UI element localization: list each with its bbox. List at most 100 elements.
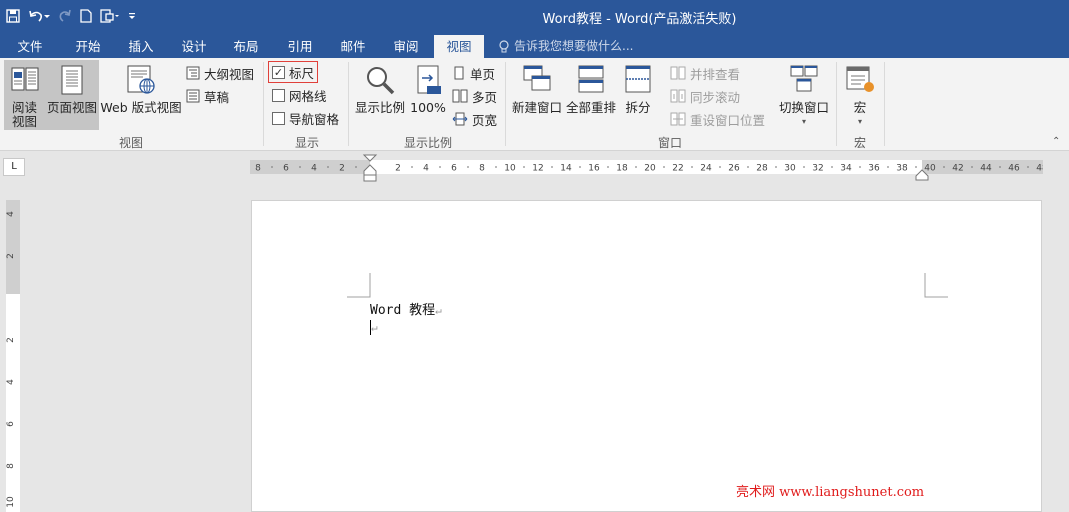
document-line-2[interactable]: ↵ — [370, 320, 378, 335]
right-indent-marker-icon[interactable] — [915, 166, 929, 181]
tab-view[interactable]: 视图 — [434, 35, 484, 58]
ruler-tick-label: 4 — [423, 164, 429, 174]
tab-review[interactable]: 审阅 — [384, 35, 428, 58]
read-mode-icon — [11, 67, 38, 91]
ruler-tick-label: 4 — [6, 379, 16, 385]
print-layout-icon — [61, 65, 83, 95]
ruler-tick-label: 44 — [980, 164, 992, 174]
ruler-tick-label: 48 — [1036, 164, 1043, 174]
ruler-tick-mark — [607, 166, 609, 168]
ruler-tick-label: 36 — [868, 164, 880, 174]
ruler-tick-mark — [747, 166, 749, 168]
paragraph-mark: ↵ — [435, 304, 442, 317]
ribbon-tabs: 文件 开始 插入 设计 布局 引用 邮件 审阅 视图 告诉我您想要做什么... — [0, 32, 1069, 58]
print-layout-button[interactable]: 页面视图 — [45, 60, 99, 130]
ruler-tick-mark — [523, 166, 525, 168]
watermark: 亮术网 www.liangshunet.com — [736, 485, 925, 500]
sync-scroll-button[interactable]: 同步滚动 — [670, 86, 740, 106]
document-page[interactable]: Word 教程↵ ↵ — [251, 200, 1042, 512]
tab-layout[interactable]: 布局 — [224, 35, 268, 58]
group-label-macros: 宏 — [853, 136, 866, 150]
split-button[interactable]: 拆分 — [620, 60, 656, 130]
macros-icon — [846, 66, 874, 92]
switch-windows-icon — [790, 65, 818, 92]
tab-home[interactable]: 开始 — [66, 35, 110, 58]
web-layout-label: Web 版式视图 — [100, 100, 182, 115]
read-mode-label: 阅读 视图 — [11, 100, 37, 129]
outline-button[interactable]: 大纲视图 — [186, 63, 254, 83]
indent-markers-icon[interactable] — [362, 154, 378, 185]
ruler-tick-mark — [663, 166, 665, 168]
margin-corner-marks — [347, 273, 948, 298]
zoom-100-label: 100% — [410, 100, 446, 115]
ruler-tick-mark — [887, 166, 889, 168]
vertical-ruler[interactable]: 4 2 2 4 6 8 10 — [6, 200, 20, 512]
group-label-zoom: 显示比例 — [403, 136, 452, 150]
zoom-button[interactable]: 显示比例 — [353, 60, 407, 130]
group-separator — [836, 62, 837, 146]
tab-references[interactable]: 引用 — [278, 35, 322, 58]
ruler-tick-mark — [943, 166, 945, 168]
nav-pane-checkbox[interactable]: 导航窗格 — [272, 108, 339, 128]
ruler-tick-label: 10 — [504, 164, 516, 174]
arrange-all-button[interactable]: 全部重排 — [565, 60, 617, 130]
outline-icon — [186, 66, 200, 80]
zoom-100-icon — [417, 65, 441, 94]
web-layout-button[interactable]: Web 版式视图 — [100, 60, 182, 130]
page-width-icon — [452, 112, 468, 126]
ruler-tick-mark — [551, 166, 553, 168]
tab-insert[interactable]: 插入 — [119, 35, 163, 58]
macros-button[interactable]: 宏 ▾ — [842, 60, 878, 130]
tell-me-box[interactable]: 告诉我您想要做什么... — [498, 35, 633, 58]
document-area: L 8 6 4 2 2 4 6 8 10 12 14 16 18 20 22 24 26 28 30 32 34 36 38… — [0, 152, 1069, 512]
draft-button[interactable]: 草稿 — [186, 86, 229, 106]
chevron-down-icon: ▾ — [857, 117, 862, 126]
arrange-all-icon — [578, 65, 604, 93]
ruler-tick-label: 10 — [6, 496, 16, 508]
ruler-tick-label: 4 — [6, 211, 16, 217]
ruler-tick-label: 24 — [700, 164, 712, 174]
reset-position-icon — [670, 112, 686, 126]
zoom-100-button[interactable]: 100% — [409, 60, 447, 130]
new-window-button[interactable]: 新建窗口 — [510, 60, 564, 130]
tab-design[interactable]: 设计 — [172, 35, 216, 58]
collapse-ribbon-icon[interactable]: ⌃ — [1052, 136, 1060, 147]
tab-file[interactable]: 文件 — [8, 35, 52, 58]
nav-pane-check-box — [272, 111, 285, 125]
ruler-tick-mark — [831, 166, 833, 168]
multi-page-button[interactable]: 多页 — [452, 86, 497, 106]
lightbulb-icon — [499, 39, 509, 52]
side-by-side-icon — [670, 66, 686, 80]
tab-selector[interactable]: L — [3, 158, 25, 176]
document-line-1[interactable]: Word 教程↵ — [370, 299, 442, 318]
ruler-tick-mark — [327, 166, 329, 168]
ruler-tick-mark — [579, 166, 581, 168]
multi-page-icon — [452, 89, 468, 103]
group-label-show: 显示 — [294, 136, 319, 150]
read-mode-button[interactable]: 阅读 视图 — [4, 60, 45, 130]
reset-window-position-button[interactable]: 重设窗口位置 — [670, 109, 765, 129]
ruler-tick-label: 28 — [756, 164, 768, 174]
gridlines-label: 网格线 — [289, 88, 327, 104]
macros-label: 宏 — [853, 100, 867, 115]
gridlines-checkbox[interactable]: 网格线 — [272, 85, 327, 105]
tell-me-placeholder: 告诉我您想要做什么... — [514, 39, 634, 53]
ruler-tick-mark — [803, 166, 805, 168]
ruler-tick-label: 32 — [812, 164, 823, 174]
one-page-button[interactable]: 单页 — [452, 63, 495, 83]
group-label-views: 视图 — [118, 136, 143, 150]
window-title: Word教程 - Word(产品激活失败) — [542, 12, 737, 27]
ruler-tick-mark — [495, 166, 497, 168]
ruler-checkbox[interactable]: ✓ 标尺 — [268, 61, 319, 83]
ruler-tick-label: 8 — [255, 164, 261, 174]
split-icon — [625, 65, 651, 93]
horizontal-ruler[interactable]: 8 6 4 2 2 4 6 8 10 12 14 16 18 20 22 24 26 28 30 32 34 36 38 40… — [250, 154, 1043, 182]
tab-mailings[interactable]: 邮件 — [331, 35, 375, 58]
ruler-tick-mark — [271, 166, 273, 168]
ribbon-view: 阅读 视图 页面视图 Web 版式视图 大纲视图 草稿 视图 ✓ 标尺 网格线 … — [0, 58, 1069, 151]
ruler-tick-label: 30 — [784, 164, 796, 174]
group-separator — [884, 62, 885, 146]
page-width-button[interactable]: 页宽 — [452, 109, 497, 129]
side-by-side-button[interactable]: 并排查看 — [670, 63, 740, 83]
switch-windows-button[interactable]: 切换窗口 ▾ — [776, 60, 832, 130]
